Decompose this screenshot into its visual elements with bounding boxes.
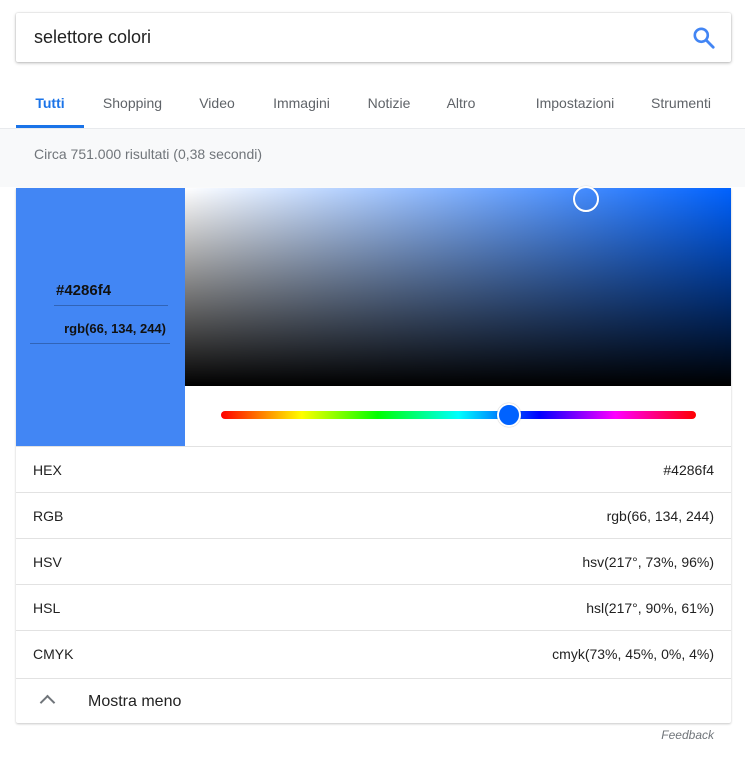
hex-row: HEX #4286f4 [16, 446, 731, 492]
color-swatch: #4286f4 rgb(66, 134, 244) [16, 188, 185, 446]
search-input[interactable] [34, 13, 674, 62]
result-stats: Circa 751.000 risultati (0,38 secondi) [34, 146, 263, 162]
tab-altro[interactable]: Altro [438, 80, 484, 128]
tab-tutti[interactable]: Tutti [16, 80, 84, 128]
hsl-label: HSL [33, 600, 61, 616]
chevron-up-icon [39, 694, 56, 711]
tab-shopping[interactable]: Shopping [95, 80, 170, 128]
rgb-value: rgb(66, 134, 244) [606, 508, 714, 524]
search-icon [693, 27, 715, 49]
tab-impostazioni[interactable]: Impostazioni [526, 80, 624, 128]
hex-label: HEX [33, 462, 62, 478]
show-less-label: Mostra meno [88, 693, 182, 710]
color-picker-card: #4286f4 rgb(66, 134, 244) HEX #4286f4 RG… [16, 186, 731, 723]
tab-notizie[interactable]: Notizie [360, 80, 418, 128]
tab-video[interactable]: Video [191, 80, 243, 128]
saturation-value-panel[interactable] [185, 186, 731, 386]
rgb-input[interactable]: rgb(66, 134, 244) [30, 318, 170, 344]
search-button[interactable] [691, 25, 717, 51]
search-box [16, 13, 731, 62]
cmyk-row: CMYK cmyk(73%, 45%, 0%, 4%) [16, 630, 731, 676]
rgb-label: RGB [33, 508, 64, 524]
hex-input[interactable]: #4286f4 [54, 280, 168, 306]
cmyk-label: CMYK [33, 646, 74, 662]
tab-strumenti[interactable]: Strumenti [643, 80, 719, 128]
search-tabs: Tutti Shopping Video Immagini Notizie Al… [0, 80, 745, 128]
feedback-link[interactable]: Feedback [661, 728, 714, 742]
hsl-row: HSL hsl(217°, 90%, 61%) [16, 584, 731, 630]
hue-slider-handle[interactable] [497, 403, 521, 427]
hsv-label: HSV [33, 554, 62, 570]
hsv-value: hsv(217°, 73%, 96%) [582, 554, 714, 570]
cmyk-value: cmyk(73%, 45%, 0%, 4%) [552, 646, 714, 662]
hsv-row: HSV hsv(217°, 73%, 96%) [16, 538, 731, 584]
rgb-row: RGB rgb(66, 134, 244) [16, 492, 731, 538]
saturation-value-handle[interactable] [573, 186, 599, 212]
hex-value: #4286f4 [663, 462, 714, 478]
color-values-list: HEX #4286f4 RGB rgb(66, 134, 244) HSV hs… [16, 446, 731, 676]
tab-immagini[interactable]: Immagini [264, 80, 339, 128]
show-less-button[interactable]: Mostra meno [16, 678, 731, 723]
hsl-value: hsl(217°, 90%, 61%) [586, 600, 714, 616]
hue-slider[interactable] [221, 411, 696, 419]
